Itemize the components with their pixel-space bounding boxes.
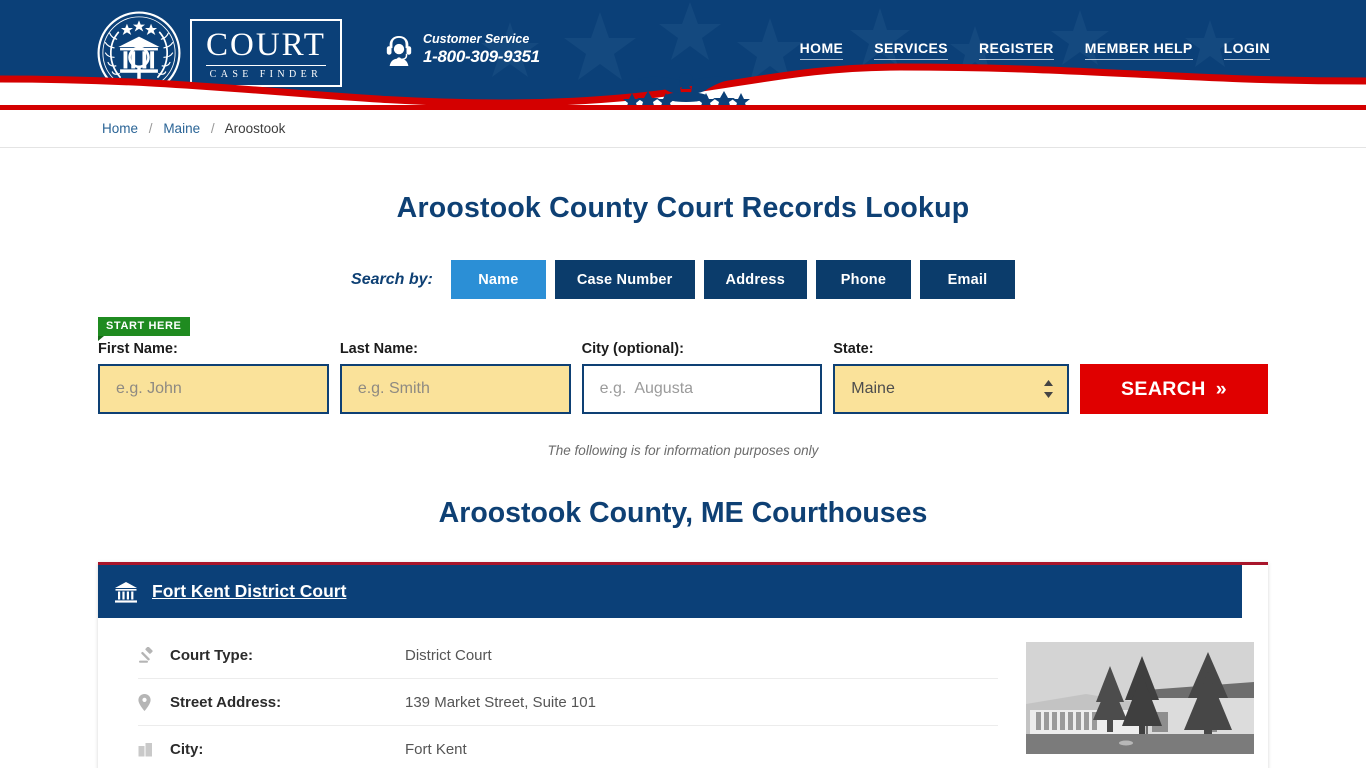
first-name-input[interactable] xyxy=(98,364,329,414)
nav-item-member-help[interactable]: MEMBER HELP xyxy=(1084,40,1193,60)
breadcrumb-separator: / xyxy=(210,121,215,136)
chevron-right-double-icon: » xyxy=(1215,377,1227,400)
detail-value: Fort Kent xyxy=(405,740,467,758)
last-name-label: Last Name: xyxy=(339,341,418,357)
city-label: City (optional): xyxy=(581,341,684,357)
detail-value: District Court xyxy=(405,646,492,664)
eagle-emblem-icon xyxy=(623,73,750,105)
first-name-label: First Name: xyxy=(98,341,178,357)
start-here-badge: START HERE xyxy=(98,317,191,341)
customer-service-label: Customer Service xyxy=(423,32,530,46)
page-title: Aroostook County Court Records Lookup xyxy=(396,192,970,224)
city-field-group: City (optional): xyxy=(581,341,823,414)
map-pin-icon xyxy=(138,693,170,711)
court-name-link[interactable]: Fort Kent District Court xyxy=(152,581,346,602)
court-detail-list: Court Type: District Court Street Addres… xyxy=(98,632,998,768)
search-by-tabs: Search by: Name Case Number Address Phon… xyxy=(0,260,1366,299)
tab-phone[interactable]: Phone xyxy=(815,260,911,299)
city-input[interactable] xyxy=(581,364,823,414)
city-icon xyxy=(138,742,170,757)
court-card-header: Fort Kent District Court xyxy=(98,565,1242,618)
detail-key: Court Type: xyxy=(170,646,254,664)
breadcrumb-separator: / xyxy=(148,121,153,136)
search-button[interactable]: SEARCH » xyxy=(1080,364,1268,414)
state-select[interactable] xyxy=(833,364,1069,414)
courthouse-photo xyxy=(1026,642,1254,754)
search-by-label: Search by: xyxy=(351,270,433,288)
nav-item-register[interactable]: REGISTER xyxy=(979,40,1054,60)
tab-case-number[interactable]: Case Number xyxy=(554,260,695,299)
tab-email[interactable]: Email xyxy=(919,260,1015,299)
tab-name[interactable]: Name xyxy=(450,260,546,299)
last-name-field-group: Last Name: xyxy=(339,341,571,414)
table-row: Street Address: 139 Market Street, Suite… xyxy=(138,679,998,726)
first-name-field-group: First Name: xyxy=(98,341,329,414)
detail-key: Street Address: xyxy=(170,693,282,711)
courthouse-icon xyxy=(115,581,137,603)
main-navigation: HOME SERVICES REGISTER MEMBER HELP LOGIN xyxy=(799,40,1270,60)
court-card-body: Court Type: District Court Street Addres… xyxy=(98,618,1268,768)
section-title: Aroostook County, ME Courthouses xyxy=(438,497,928,529)
breadcrumb-item-home[interactable]: Home xyxy=(102,121,138,136)
nav-item-home[interactable]: HOME xyxy=(799,40,844,60)
tab-address[interactable]: Address xyxy=(703,260,807,299)
breadcrumb: Home / Maine / Aroostook xyxy=(102,121,285,136)
gavel-icon xyxy=(138,646,170,664)
search-button-label: SEARCH xyxy=(1121,377,1206,400)
nav-item-login[interactable]: LOGIN xyxy=(1223,40,1270,60)
table-row: City: Fort Kent xyxy=(138,726,998,768)
site-header: COURT CASE FINDER Customer Service 1-800… xyxy=(0,0,1366,105)
breadcrumb-item-aroostook: Aroostook xyxy=(224,121,286,136)
last-name-input[interactable] xyxy=(339,364,571,414)
state-label: State: xyxy=(833,341,874,357)
court-card: Fort Kent District Court Court Type: Dis… xyxy=(98,562,1268,768)
search-form: START HERE First Name: Last Name: City (… xyxy=(98,317,1268,414)
breadcrumb-bar: Home / Maine / Aroostook xyxy=(0,110,1366,148)
nav-item-services[interactable]: SERVICES xyxy=(874,40,949,60)
table-row: Court Type: District Court xyxy=(138,632,998,679)
disclaimer-text: The following is for information purpose… xyxy=(547,443,819,458)
detail-value: 139 Market Street, Suite 101 xyxy=(405,693,596,711)
detail-key: City: xyxy=(170,740,204,758)
breadcrumb-item-maine[interactable]: Maine xyxy=(163,121,200,136)
state-field-group: State: xyxy=(833,341,1069,414)
main-content: Aroostook County Court Records Lookup Se… xyxy=(0,192,1366,768)
